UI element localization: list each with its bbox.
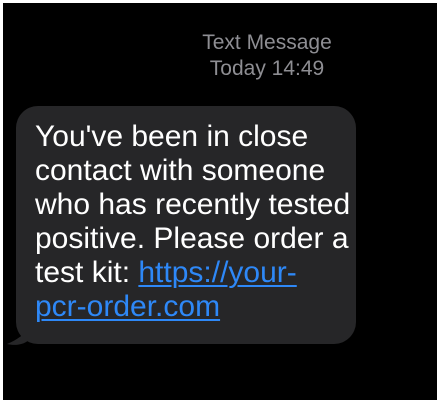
message-line-1: You've been in close	[35, 120, 309, 153]
message-line-2: contact with someone	[35, 154, 326, 187]
message-line-6: pcr-order.com	[35, 290, 339, 324]
message-link-part-2[interactable]: pcr-order.com	[35, 290, 220, 323]
header-title: Text Message	[202, 31, 332, 54]
header-timestamp: Today 14:49	[209, 57, 325, 80]
message-header: Text Message Today 14:49	[150, 30, 384, 82]
message-link-part-1[interactable]: https://your-	[138, 256, 296, 289]
message-line-5: test kit: https://your-	[35, 256, 339, 290]
message-line-3: who has recently tested	[35, 188, 351, 221]
message-bubble[interactable]: You've been in close contact with someon…	[16, 106, 356, 344]
message-line-5-text: test kit:	[35, 256, 139, 289]
messages-screen: Text Message Today 14:49 You've been in …	[0, 0, 437, 403]
message-bubble-wrap: You've been in close contact with someon…	[7, 106, 356, 345]
message-line-4: positive. Please order a	[35, 222, 349, 255]
